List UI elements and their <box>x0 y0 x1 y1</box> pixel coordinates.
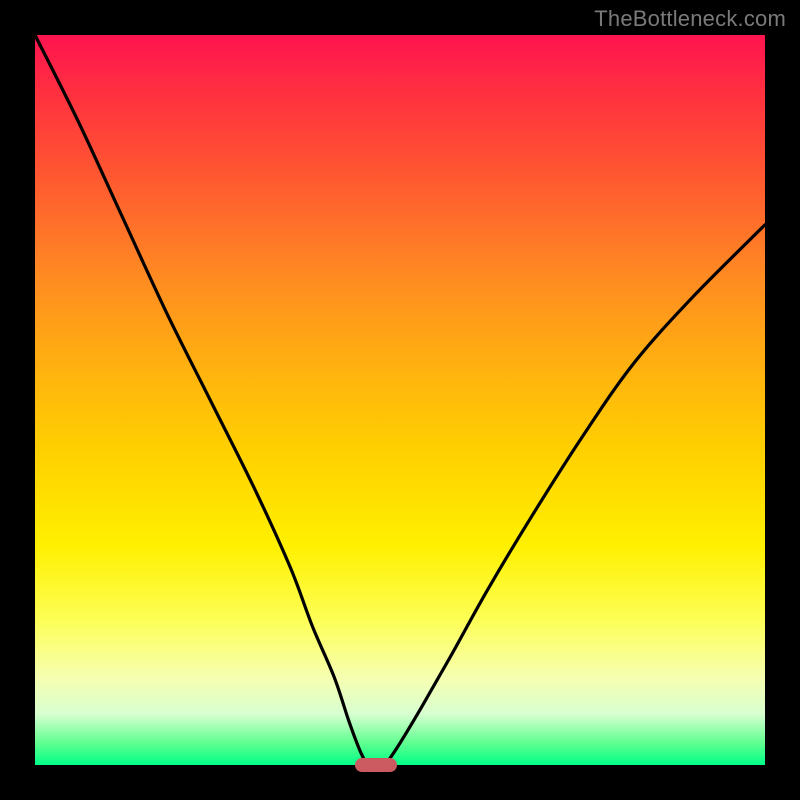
right-branch-curve <box>385 225 765 765</box>
left-branch-curve <box>35 35 367 765</box>
chart-frame: TheBottleneck.com <box>0 0 800 800</box>
watermark-text: TheBottleneck.com <box>594 6 786 32</box>
plot-area <box>35 35 765 765</box>
minimum-marker <box>355 758 397 772</box>
curve-layer <box>35 35 765 765</box>
